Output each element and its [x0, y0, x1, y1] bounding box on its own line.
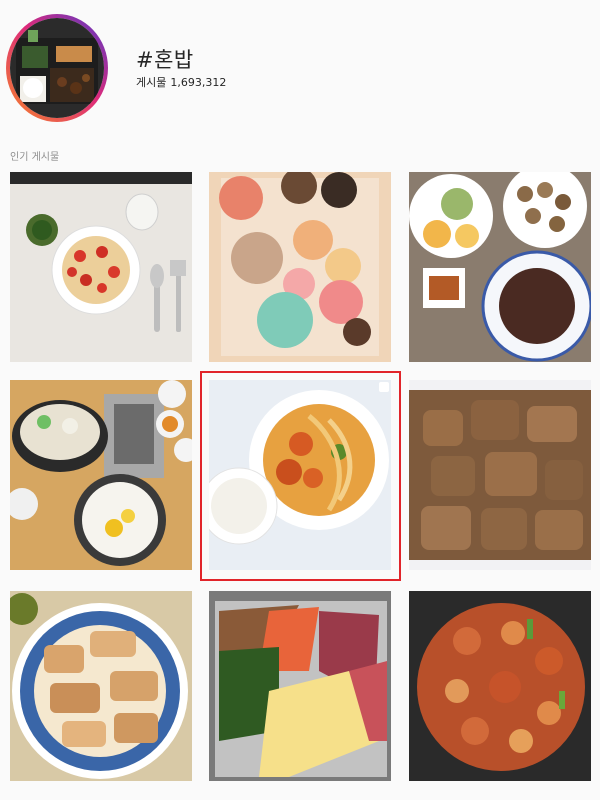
hashtag-avatar-ring[interactable]: [6, 14, 108, 122]
post-count: 게시물 1,693,312: [136, 74, 226, 90]
post-thumbnail[interactable]: [209, 591, 391, 781]
hashtag-avatar: [10, 18, 104, 118]
post-thumbnail[interactable]: [409, 172, 591, 362]
post-thumbnail[interactable]: [409, 380, 591, 570]
post-thumbnail[interactable]: [10, 380, 192, 570]
popular-posts-label: 인기 게시물: [10, 152, 60, 163]
hashtag-title: #혼밥: [136, 48, 194, 72]
post-thumbnail[interactable]: [10, 172, 192, 362]
post-count-value: 1,693,312: [170, 76, 227, 89]
post-thumbnail[interactable]: [209, 380, 391, 570]
post-thumbnail[interactable]: [409, 591, 591, 781]
post-thumbnail[interactable]: [209, 172, 391, 362]
post-count-label: 게시물: [136, 76, 167, 89]
hashtag-header: #혼밥 게시물 1,693,312: [0, 0, 600, 140]
post-thumbnail[interactable]: [10, 591, 192, 781]
